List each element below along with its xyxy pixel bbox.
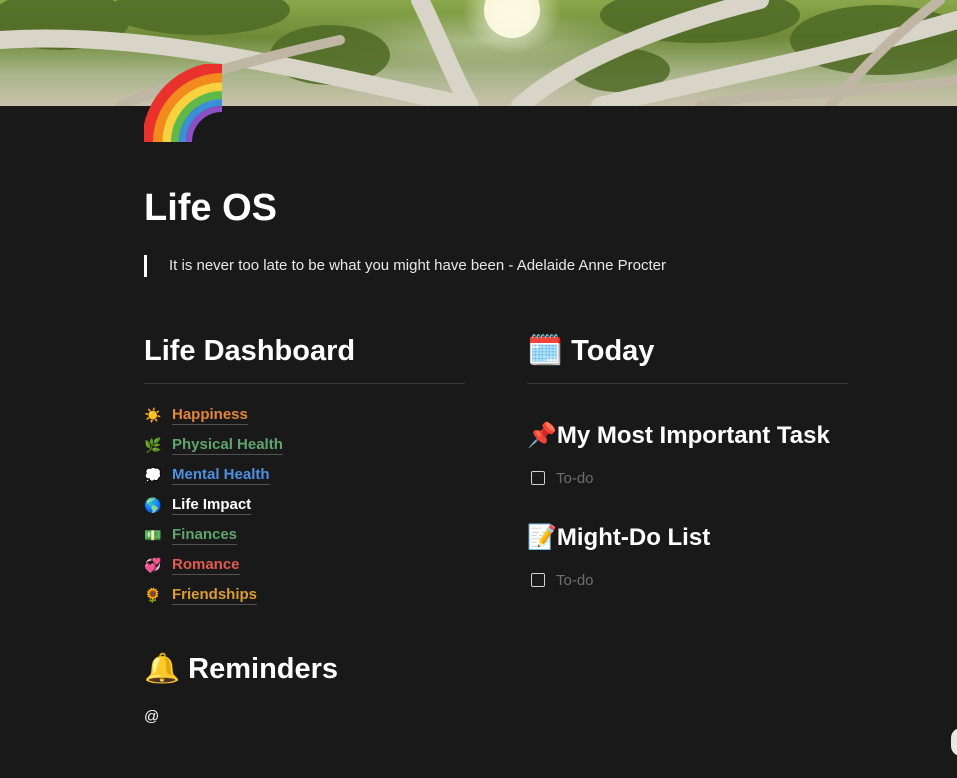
- pushpin-icon: 📌: [527, 422, 557, 449]
- today-heading-text: Today: [571, 335, 655, 367]
- divider: [144, 383, 465, 384]
- globe-icon: 🌎: [144, 497, 162, 513]
- link-label[interactable]: Happiness: [172, 406, 248, 425]
- money-icon: 💵: [144, 527, 162, 543]
- section-heading-text: Might-Do List: [556, 524, 711, 551]
- today-heading[interactable]: 🗓️ Today: [527, 330, 848, 372]
- todo-checkbox[interactable]: [531, 471, 545, 485]
- dashboard-link-physical-health[interactable]: 🌿 Physical Health: [144, 430, 465, 460]
- might-do-list-section: 📝Might-Do List To-do: [527, 521, 848, 593]
- sun-icon: ☀️: [144, 407, 162, 423]
- dashboard-link-finances[interactable]: 💵 Finances: [144, 520, 465, 550]
- herb-icon: 🌿: [144, 437, 162, 453]
- link-label[interactable]: Friendships: [172, 586, 258, 605]
- dashboard-link-romance[interactable]: 💞 Romance: [144, 550, 465, 580]
- hearts-icon: 💞: [144, 557, 162, 573]
- todo-checkbox[interactable]: [531, 573, 545, 587]
- life-dashboard-heading[interactable]: Life Dashboard: [144, 330, 465, 372]
- most-important-task-section: 📌My Most Important Task To-do: [527, 419, 848, 491]
- todo-placeholder[interactable]: To-do: [556, 470, 594, 487]
- link-label[interactable]: Mental Health: [172, 466, 270, 485]
- memo-icon: 📝: [527, 524, 557, 551]
- reminders-heading-text: Reminders: [188, 653, 339, 685]
- todo-item[interactable]: To-do: [527, 567, 848, 593]
- page-title[interactable]: Life OS: [144, 184, 277, 232]
- today-column: 🗓️ Today 📌My Most Important Task To-do 📝…: [527, 330, 848, 593]
- sunflower-icon: 🌻: [144, 587, 162, 603]
- life-dashboard-column: Life Dashboard ☀️ Happiness 🌿 Physical H…: [144, 330, 465, 725]
- might-do-list-heading[interactable]: 📝Might-Do List: [527, 521, 848, 555]
- link-label[interactable]: Life Impact: [172, 496, 252, 515]
- dashboard-link-list: ☀️ Happiness 🌿 Physical Health 💭 Mental …: [144, 400, 465, 610]
- dashboard-link-mental-health[interactable]: 💭 Mental Health: [144, 460, 465, 490]
- bell-icon: 🔔: [144, 653, 181, 685]
- todo-placeholder[interactable]: To-do: [556, 572, 594, 589]
- reminders-section: 🔔 Reminders @: [144, 648, 465, 725]
- link-label[interactable]: Romance: [172, 556, 240, 575]
- dashboard-link-happiness[interactable]: ☀️ Happiness: [144, 400, 465, 430]
- thought-bubble-icon: 💭: [144, 467, 162, 483]
- divider: [527, 383, 848, 384]
- most-important-task-heading[interactable]: 📌My Most Important Task: [527, 419, 848, 453]
- calendar-icon: 🗓️: [527, 335, 564, 367]
- link-label[interactable]: Finances: [172, 526, 238, 545]
- section-heading-text: My Most Important Task: [556, 422, 830, 449]
- quote-block[interactable]: It is never too late to be what you migh…: [144, 255, 666, 277]
- todo-item[interactable]: To-do: [527, 465, 848, 491]
- dashboard-link-life-impact[interactable]: 🌎 Life Impact: [144, 490, 465, 520]
- mention-input[interactable]: @: [144, 708, 465, 725]
- rainbow-icon[interactable]: [142, 62, 224, 144]
- help-button[interactable]: [951, 728, 957, 756]
- link-label[interactable]: Physical Health: [172, 436, 283, 455]
- reminders-heading[interactable]: 🔔 Reminders: [144, 648, 465, 690]
- dashboard-link-friendships[interactable]: 🌻 Friendships: [144, 580, 465, 610]
